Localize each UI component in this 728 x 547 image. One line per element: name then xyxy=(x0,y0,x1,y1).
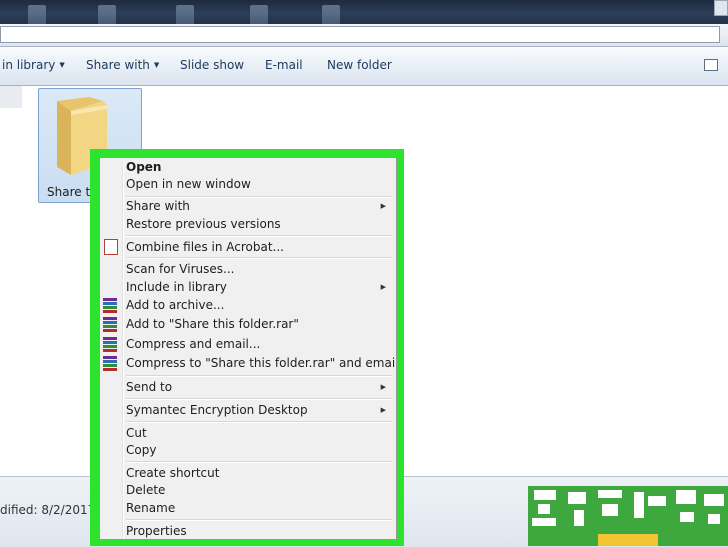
chevron-down-icon: ▼ xyxy=(59,61,65,69)
email-button[interactable]: E-mail xyxy=(265,58,303,72)
include-in-library-label: in library xyxy=(2,58,56,72)
window-title-bar xyxy=(0,0,728,27)
menu-item-compress-email[interactable]: Compress and email... xyxy=(126,335,390,353)
acrobat-icon xyxy=(104,239,118,255)
menu-item-properties[interactable]: Properties xyxy=(126,522,390,539)
submenu-arrow-icon: ▶ xyxy=(380,283,386,291)
address-input[interactable] xyxy=(0,26,720,43)
menu-item-label: Symantec Encryption Desktop xyxy=(126,403,308,417)
menu-item-combine-acrobat[interactable]: Combine files in Acrobat... xyxy=(126,238,390,256)
menu-item-label: Share with xyxy=(126,199,190,213)
slide-show-button[interactable]: Slide show xyxy=(180,58,244,72)
menu-item-copy[interactable]: Copy xyxy=(126,441,390,459)
menu-item-symantec[interactable]: Symantec Encryption Desktop ▶ xyxy=(126,401,390,419)
menu-item-open[interactable]: Open xyxy=(126,158,390,176)
menu-item-include-library[interactable]: Include in library ▶ xyxy=(126,278,390,296)
menu-item-add-rar[interactable]: Add to "Share this folder.rar" xyxy=(126,315,390,333)
menu-separator xyxy=(126,421,392,423)
winrar-icon xyxy=(102,297,118,313)
decorative-pixel-pattern xyxy=(528,486,728,546)
menu-separator xyxy=(126,398,392,400)
command-toolbar: in library ▼ Share with ▼ Slide show E-mai… xyxy=(0,47,728,86)
menu-item-restore-versions[interactable]: Restore previous versions xyxy=(126,215,390,233)
menu-item-open-new-window[interactable]: Open in new window xyxy=(126,175,390,193)
menu-item-label: Send to xyxy=(126,380,173,394)
winrar-icon xyxy=(102,316,118,332)
submenu-arrow-icon: ▶ xyxy=(380,406,386,414)
navigation-pane-edge xyxy=(0,86,22,108)
menu-separator xyxy=(126,519,392,521)
menu-separator xyxy=(126,461,392,463)
winrar-icon xyxy=(102,355,118,371)
submenu-arrow-icon: ▶ xyxy=(380,383,386,391)
menu-item-scan-viruses[interactable]: Scan for Viruses... xyxy=(126,260,390,278)
menu-item-add-archive[interactable]: Add to archive... xyxy=(126,296,390,314)
menu-separator xyxy=(126,375,392,377)
view-options-icon[interactable] xyxy=(704,59,718,71)
menu-separator xyxy=(126,235,392,237)
submenu-arrow-icon: ▶ xyxy=(380,202,386,210)
menu-item-label: Include in library xyxy=(126,280,227,294)
menu-item-share-with[interactable]: Share with ▶ xyxy=(126,197,390,215)
menu-icon-gutter xyxy=(122,158,124,539)
menu-item-rename[interactable]: Rename xyxy=(126,499,390,517)
menu-separator xyxy=(126,257,392,259)
menu-item-create-shortcut[interactable]: Create shortcut xyxy=(126,464,390,482)
menu-item-cut[interactable]: Cut xyxy=(126,424,390,442)
share-with-button[interactable]: Share with ▼ xyxy=(86,58,159,72)
address-bar xyxy=(0,24,728,47)
menu-item-send-to[interactable]: Send to ▶ xyxy=(126,378,390,396)
context-menu: Open Open in new window Share with ▶ Res… xyxy=(99,157,397,540)
winrar-icon xyxy=(102,336,118,352)
menu-item-compress-rar-email[interactable]: Compress to "Share this folder.rar" and … xyxy=(126,354,396,372)
include-in-library-button[interactable]: in library ▼ xyxy=(2,58,65,72)
chevron-down-icon: ▼ xyxy=(153,61,160,69)
new-folder-button[interactable]: New folder xyxy=(327,58,392,72)
menu-item-delete[interactable]: Delete xyxy=(126,481,390,499)
share-with-label: Share with xyxy=(86,58,150,72)
window-control-button[interactable] xyxy=(714,0,728,16)
